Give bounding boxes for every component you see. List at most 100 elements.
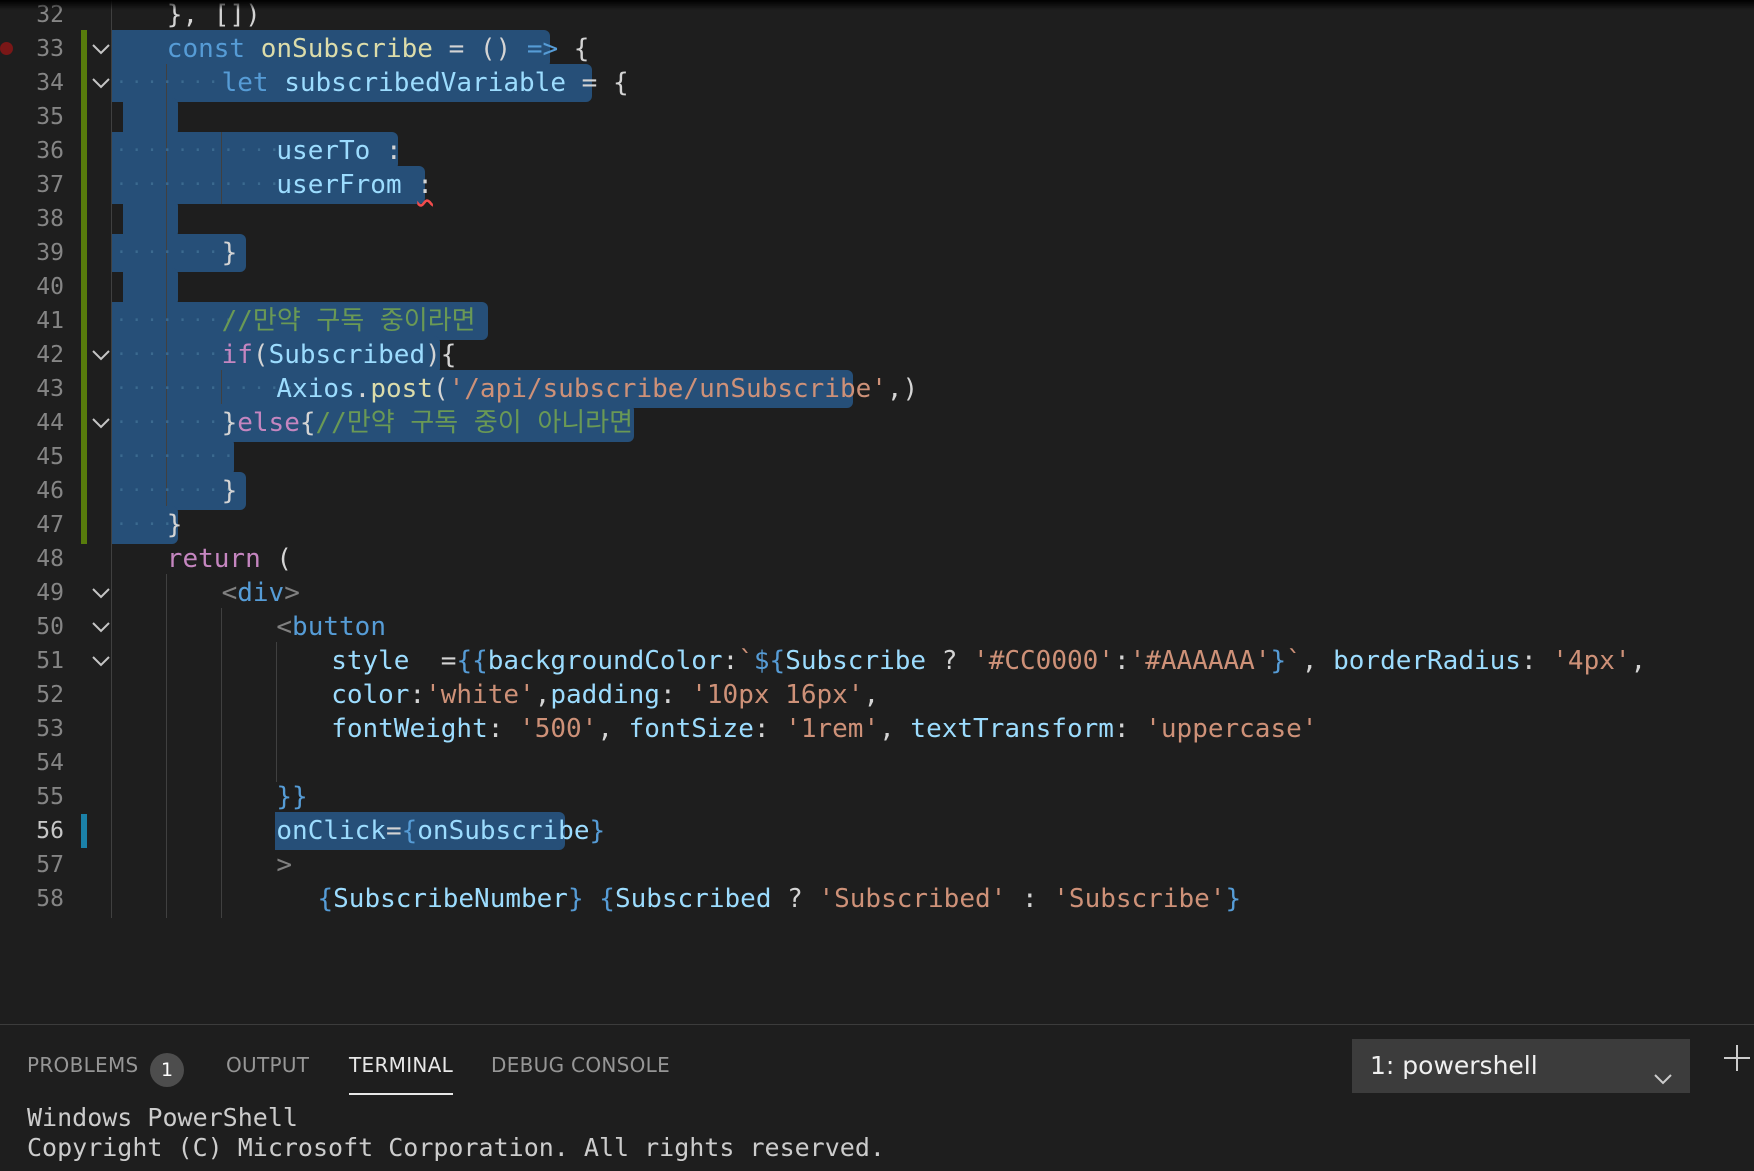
indent-guide (111, 812, 112, 850)
line-number: 40 (36, 274, 64, 300)
whitespace-markers: ········ (116, 242, 239, 263)
indent-guide (111, 506, 112, 544)
git-added-indicator[interactable] (81, 64, 87, 102)
code-editor[interactable]: 32}, []) 33 const onSubscribe = () => {··… (0, 0, 1754, 1024)
git-added-indicator[interactable] (81, 370, 87, 408)
indent-guide (166, 608, 167, 646)
code-line[interactable]: 40 (0, 268, 1754, 306)
fold-chevron-icon[interactable] (90, 413, 112, 433)
code-line[interactable]: 49 <div> (0, 574, 1754, 612)
code-line[interactable]: 54 (0, 744, 1754, 782)
git-added-indicator[interactable] (81, 438, 87, 476)
code-line[interactable]: 56 onClick={onSubscribe} (0, 812, 1754, 850)
code-line[interactable]: 32}, []) (0, 0, 1754, 34)
git-modified-indicator[interactable] (81, 814, 87, 848)
line-number: 52 (36, 682, 64, 708)
terminal-output-line: Windows PowerShell (27, 1103, 298, 1132)
tab-output[interactable]: OUTPUT (226, 1045, 309, 1085)
git-added-indicator[interactable] (81, 302, 87, 340)
code-line[interactable]: ········ 46} (0, 472, 1754, 510)
code-text: const onSubscribe = () => { (166, 34, 590, 64)
indent-guide (221, 608, 222, 646)
code-line[interactable]: ···· 47} (0, 506, 1754, 544)
code-line[interactable]: ········ 34 let subscribedVariable = { (0, 64, 1754, 102)
tab-debug-console[interactable]: DEBUG CONSOLE (491, 1045, 670, 1085)
line-number: 56 (36, 818, 64, 844)
git-added-indicator[interactable] (81, 166, 87, 204)
git-added-indicator[interactable] (81, 268, 87, 306)
line-number: 38 (36, 206, 64, 232)
line-number: 55 (36, 784, 64, 810)
indent-guide (166, 200, 167, 238)
indent-guide (166, 676, 167, 714)
line-number: 36 (36, 138, 64, 164)
git-added-indicator[interactable] (81, 234, 87, 272)
line-number: 53 (36, 716, 64, 742)
git-added-indicator[interactable] (81, 506, 87, 544)
code-text: > (276, 850, 293, 880)
code-line[interactable]: ········ 45 (0, 438, 1754, 476)
fold-chevron-icon[interactable] (90, 73, 112, 93)
git-added-indicator[interactable] (81, 132, 87, 170)
terminal-selector[interactable]: 1: powershell (1352, 1039, 1690, 1093)
code-text: }} (276, 782, 308, 812)
code-line[interactable]: 53 fontWeight: '500', fontSize: '1rem', t… (0, 710, 1754, 748)
code-text: onClick={onSubscribe} (276, 816, 606, 846)
code-line[interactable]: ············ 37 userFrom : (0, 166, 1754, 204)
code-text: } (166, 510, 183, 540)
tab-problems[interactable]: PROBLEMS (27, 1045, 139, 1085)
code-line[interactable]: ············ 36 userTo : (0, 132, 1754, 170)
indent-guide (166, 846, 167, 884)
code-line[interactable]: 50 <button (0, 608, 1754, 646)
indent-guide (111, 370, 112, 408)
indent-guide (111, 166, 112, 204)
fold-chevron-icon[interactable] (90, 345, 112, 365)
line-number: 39 (36, 240, 64, 266)
fold-chevron-icon[interactable] (90, 617, 112, 637)
line-number: 42 (36, 342, 64, 368)
code-line[interactable]: 51 style ={{backgroundColor:`${Subscribe … (0, 642, 1754, 680)
git-added-indicator[interactable] (81, 404, 87, 442)
code-line[interactable]: 38 (0, 200, 1754, 238)
indent-guide (221, 676, 222, 714)
indent-guide (166, 880, 167, 918)
code-line[interactable]: ········ 42 if(Subscribed){ (0, 336, 1754, 374)
whitespace-markers: ········ (116, 480, 239, 501)
line-number: 54 (36, 750, 64, 776)
indent-guide (111, 710, 112, 748)
code-line[interactable]: 33 const onSubscribe = () => { (0, 30, 1754, 68)
code-line[interactable]: 57 > (0, 846, 1754, 884)
breakpoint-icon[interactable] (0, 42, 13, 55)
git-added-indicator[interactable] (81, 336, 87, 374)
code-text: style ={{backgroundColor:`${Subscribe ? … (331, 646, 1647, 676)
indent-guide (166, 574, 167, 612)
indent-guide (111, 778, 112, 816)
fold-chevron-icon[interactable] (90, 651, 112, 671)
fold-chevron-icon[interactable] (90, 583, 112, 603)
code-line[interactable]: 55}} (0, 778, 1754, 816)
line-number: 47 (36, 512, 64, 538)
tab-terminal[interactable]: TERMINAL (349, 1045, 454, 1095)
git-added-indicator[interactable] (81, 472, 87, 510)
whitespace-markers: ········ (116, 412, 239, 433)
code-line[interactable]: 58 {SubscribeNumber} {Subscribed ? 'Subsc… (0, 880, 1754, 918)
code-line[interactable]: ············ 43 Axios.post('/api/subscribe… (0, 370, 1754, 408)
code-line[interactable]: ········ 44}else{//만약 구독 중이 아니라면 (0, 404, 1754, 442)
indent-guide (111, 302, 112, 340)
fold-chevron-icon[interactable] (90, 39, 112, 59)
code-line[interactable]: 52 color:'white',padding: '10px 16px', (0, 676, 1754, 714)
code-line[interactable]: ········ 41 //만약 구독 중이라면 (0, 302, 1754, 340)
line-number: 51 (36, 648, 64, 674)
selection-highlight (123, 200, 178, 238)
line-number: 45 (36, 444, 64, 470)
code-text: } (221, 238, 238, 268)
code-line[interactable]: 48 return ( (0, 540, 1754, 578)
add-terminal-icon[interactable] (1722, 1043, 1752, 1073)
line-number: 46 (36, 478, 64, 504)
git-added-indicator[interactable] (81, 30, 87, 68)
code-line[interactable]: 35 (0, 98, 1754, 136)
whitespace-markers: ········ (116, 310, 239, 331)
git-added-indicator[interactable] (81, 98, 87, 136)
code-line[interactable]: ········ 39} (0, 234, 1754, 272)
git-added-indicator[interactable] (81, 200, 87, 238)
